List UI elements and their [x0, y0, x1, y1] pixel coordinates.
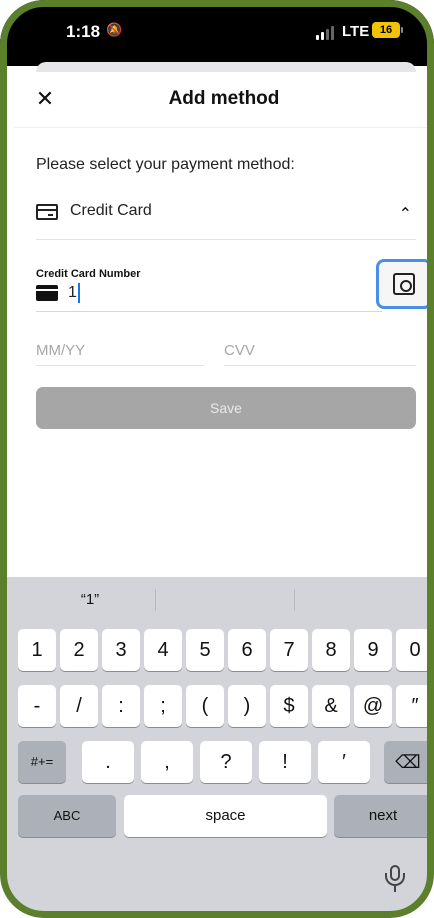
- key-more-symbols[interactable]: #+=: [18, 741, 66, 783]
- credit-card-number-input[interactable]: [68, 281, 368, 305]
- sheet-header: ✕ Add method: [14, 72, 434, 128]
- key-at[interactable]: @: [354, 685, 392, 727]
- key-7[interactable]: 7: [270, 629, 308, 671]
- cvv-field[interactable]: [224, 338, 416, 366]
- payment-method-prompt: Please select your payment method:: [36, 156, 295, 173]
- save-button[interactable]: Save: [36, 387, 416, 429]
- key-0[interactable]: 0: [396, 629, 434, 671]
- key-hyphen[interactable]: -: [18, 685, 56, 727]
- credit-card-icon: [36, 204, 58, 220]
- card-icon: [36, 285, 58, 301]
- backspace-icon: ⌫: [395, 752, 421, 772]
- key-colon[interactable]: :: [102, 685, 140, 727]
- scan-card-button[interactable]: [376, 259, 432, 309]
- key-close-paren[interactable]: ): [228, 685, 266, 727]
- suggestion-bar: “1”: [0, 577, 434, 623]
- key-abc[interactable]: ABC: [18, 795, 116, 837]
- credit-card-number-label: Credit Card Number: [36, 268, 141, 280]
- page-title: Add method: [168, 88, 280, 109]
- network-type: LTE: [342, 23, 370, 40]
- key-6[interactable]: 6: [228, 629, 266, 671]
- bell-slash-icon: 🔕: [106, 22, 123, 37]
- key-open-paren[interactable]: (: [186, 685, 224, 727]
- cvv-input[interactable]: [224, 338, 416, 362]
- backspace-key[interactable]: ⌫: [384, 741, 432, 783]
- microphone-icon[interactable]: [382, 865, 408, 895]
- suggestion-divider: [155, 589, 156, 611]
- suggestion-divider: [294, 589, 295, 611]
- suggestion-item[interactable]: “1”: [25, 591, 155, 608]
- signal-strength-icon: [316, 26, 334, 40]
- key-ampersand[interactable]: &: [312, 685, 350, 727]
- chevron-up-icon[interactable]: ⌃: [399, 204, 412, 224]
- expiry-field[interactable]: [36, 338, 204, 366]
- key-dollar[interactable]: $: [270, 685, 308, 727]
- battery-icon: 16: [372, 22, 403, 38]
- phone-screen: 1:18 🔕 LTE 16 ✕ Add method Please select…: [0, 0, 434, 918]
- key-9[interactable]: 9: [354, 629, 392, 671]
- credit-card-number-field[interactable]: Credit Card Number: [36, 264, 382, 312]
- key-exclamation[interactable]: !: [259, 741, 311, 783]
- key-period[interactable]: .: [82, 741, 134, 783]
- key-question[interactable]: ?: [200, 741, 252, 783]
- key-1[interactable]: 1: [18, 629, 56, 671]
- key-3[interactable]: 3: [102, 629, 140, 671]
- key-apostrophe[interactable]: ′: [318, 741, 370, 783]
- key-4[interactable]: 4: [144, 629, 182, 671]
- numeric-keyboard: “1” 1 2 3 4 5 6 7 8 9 0 - / : ; ( ) $ & …: [0, 577, 434, 918]
- key-8[interactable]: 8: [312, 629, 350, 671]
- camera-scan-icon: [393, 273, 415, 295]
- key-comma[interactable]: ,: [141, 741, 193, 783]
- key-slash[interactable]: /: [60, 685, 98, 727]
- status-bar: 1:18 🔕 LTE 16: [0, 0, 434, 66]
- key-5[interactable]: 5: [186, 629, 224, 671]
- key-quote[interactable]: ″: [396, 685, 434, 727]
- payment-method-label: Credit Card: [70, 202, 152, 219]
- space-key[interactable]: space: [124, 795, 327, 837]
- text-caret: [78, 283, 80, 303]
- expiry-input[interactable]: [36, 338, 204, 362]
- key-semicolon[interactable]: ;: [144, 685, 182, 727]
- key-2[interactable]: 2: [60, 629, 98, 671]
- payment-method-selector[interactable]: Credit Card ⌃: [36, 200, 416, 240]
- status-time: 1:18: [66, 22, 101, 41]
- next-key[interactable]: next: [334, 795, 432, 837]
